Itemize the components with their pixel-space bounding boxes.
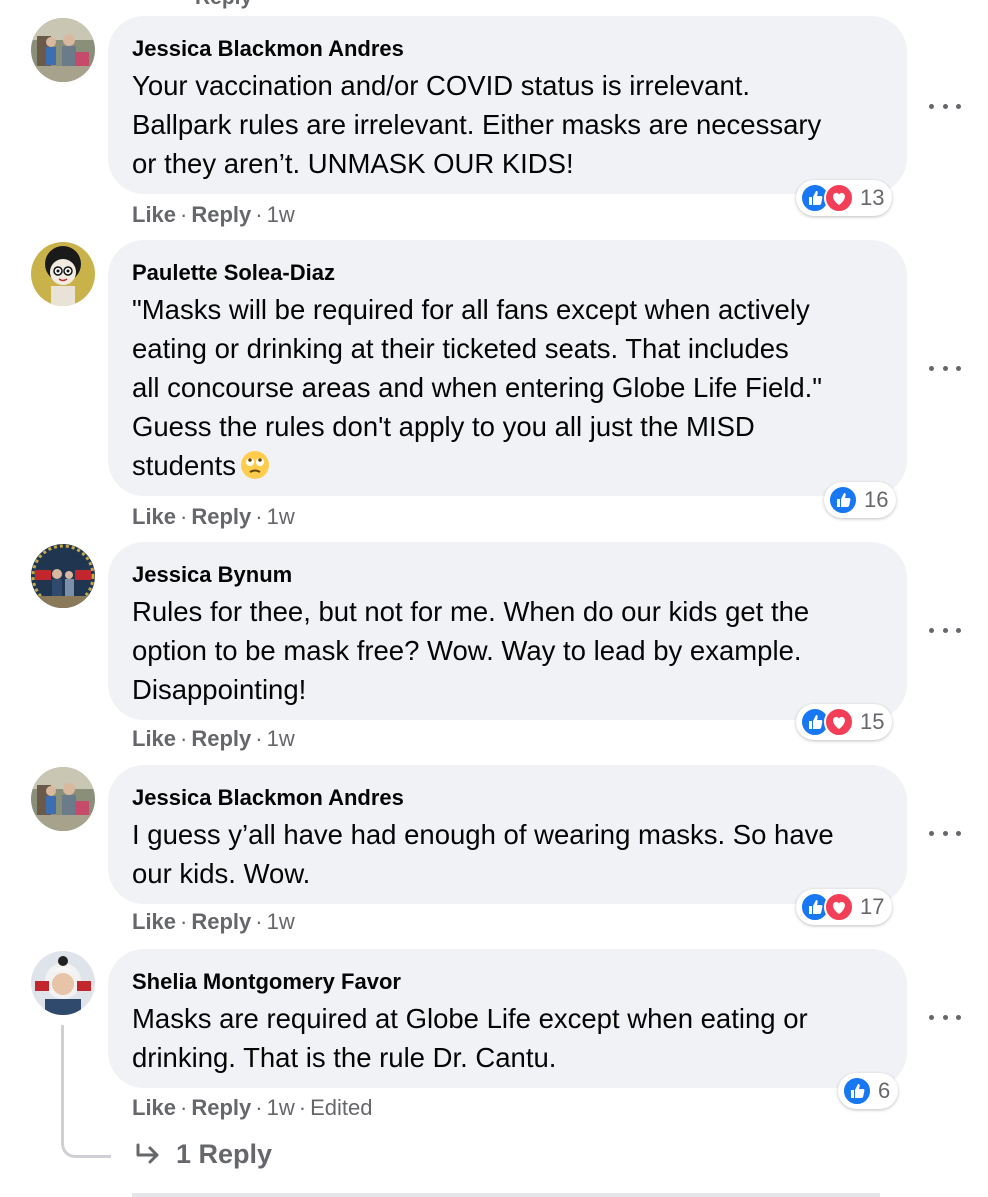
comment-timestamp[interactable]: 1w <box>267 726 295 751</box>
like-button[interactable]: Like <box>132 202 176 227</box>
avatar[interactable] <box>31 951 95 1015</box>
separator: · <box>180 909 188 934</box>
reaction-summary[interactable]: 17 <box>796 889 893 925</box>
reply-button[interactable]: Reply <box>191 504 251 529</box>
comment-timestamp[interactable]: 1w <box>267 1095 295 1120</box>
reply-button[interactable]: Reply <box>191 909 251 934</box>
reply-arrow-icon <box>136 1143 159 1163</box>
comment-bubble: Paulette Solea-Diaz "Masks will be requi… <box>108 240 907 496</box>
view-replies-label: 1 Reply <box>176 1139 273 1169</box>
like-button[interactable]: Like <box>132 909 176 934</box>
comment-author[interactable]: Shelia Montgomery Favor <box>132 969 883 995</box>
comment-text: Rules for thee, but not for me. When do … <box>132 596 810 705</box>
like-button[interactable]: Like <box>132 504 176 529</box>
love-reaction-icon <box>824 707 854 737</box>
reply-button[interactable]: Reply <box>191 1095 251 1120</box>
face-with-rolling-eyes-emoji <box>240 450 270 490</box>
avatar[interactable] <box>31 18 95 82</box>
more-options-icon[interactable] <box>929 96 961 116</box>
reaction-count: 13 <box>860 185 885 210</box>
comment-bubble: Jessica Bynum Rules for thee, but not fo… <box>108 542 907 720</box>
comment-author[interactable]: Jessica Blackmon Andres <box>132 36 883 62</box>
like-button[interactable]: Like <box>132 726 176 751</box>
comment-bubble: Shelia Montgomery Favor Masks are requir… <box>108 949 907 1088</box>
comment-text: Masks are required at Globe Life except … <box>132 1003 808 1073</box>
reply-thread-line <box>61 1025 111 1158</box>
like-reaction-icon <box>828 485 858 515</box>
separator: · <box>180 726 188 751</box>
like-button[interactable]: Like <box>132 1095 176 1120</box>
comment-author[interactable]: Paulette Solea-Diaz <box>132 260 883 286</box>
view-replies-link[interactable]: 1 Reply <box>134 1139 272 1170</box>
comment-actions: Like · Reply · 1w · Edited <box>132 1095 372 1121</box>
avatar[interactable] <box>31 544 95 608</box>
separator: · <box>255 909 263 934</box>
comment-actions: Like · Reply · 1w <box>132 504 295 530</box>
separator: · <box>180 1095 188 1120</box>
comment-actions: Like · Reply · 1w <box>132 909 295 935</box>
separator: · <box>180 202 188 227</box>
reaction-summary[interactable]: 15 <box>796 704 893 740</box>
separator: · <box>255 202 263 227</box>
comment-author[interactable]: Jessica Bynum <box>132 562 883 588</box>
comment-timestamp[interactable]: 1w <box>267 202 295 227</box>
reaction-count: 15 <box>860 709 885 734</box>
comment-timestamp[interactable]: 1w <box>267 909 295 934</box>
reaction-count: 16 <box>864 487 889 512</box>
comment-actions: Like · Reply · 1w <box>132 726 295 752</box>
comment-bubble: Jessica Blackmon Andres I guess y’all ha… <box>108 765 907 904</box>
previous-reply-link[interactable]: Reply <box>195 0 252 10</box>
comment-text: "Masks will be required for all fans exc… <box>132 290 883 490</box>
like-reaction-icon <box>842 1076 872 1106</box>
more-options-icon[interactable] <box>929 1007 961 1027</box>
next-item-edge <box>132 1193 880 1197</box>
reaction-count: 6 <box>878 1078 891 1103</box>
separator: · <box>255 726 263 751</box>
more-options-icon[interactable] <box>929 620 961 640</box>
comment-author[interactable]: Jessica Blackmon Andres <box>132 785 883 811</box>
comment-bubble: Jessica Blackmon Andres Your vaccination… <box>108 16 907 194</box>
comment-text: I guess y’all have had enough of wearing… <box>132 819 834 889</box>
reaction-summary[interactable]: 16 <box>824 482 897 518</box>
separator: · <box>255 1095 263 1120</box>
reply-button[interactable]: Reply <box>191 202 251 227</box>
reply-button[interactable]: Reply <box>191 726 251 751</box>
comment-actions: Like · Reply · 1w <box>132 202 295 228</box>
reaction-summary[interactable]: 13 <box>796 180 893 216</box>
avatar[interactable] <box>31 242 95 306</box>
more-options-icon[interactable] <box>929 358 961 378</box>
separator: · <box>255 504 263 529</box>
love-reaction-icon <box>824 892 854 922</box>
comment-text-content: "Masks will be required for all fans exc… <box>132 294 823 481</box>
more-options-icon[interactable] <box>929 823 961 843</box>
love-reaction-icon <box>824 183 854 213</box>
separator: · <box>298 1095 307 1120</box>
separator: · <box>180 504 188 529</box>
reaction-summary[interactable]: 6 <box>838 1073 899 1109</box>
reaction-count: 17 <box>860 894 885 919</box>
avatar[interactable] <box>31 767 95 831</box>
edited-label[interactable]: Edited <box>310 1095 372 1120</box>
comment-timestamp[interactable]: 1w <box>267 504 295 529</box>
comment-text: Your vaccination and/or COVID status is … <box>132 70 822 179</box>
